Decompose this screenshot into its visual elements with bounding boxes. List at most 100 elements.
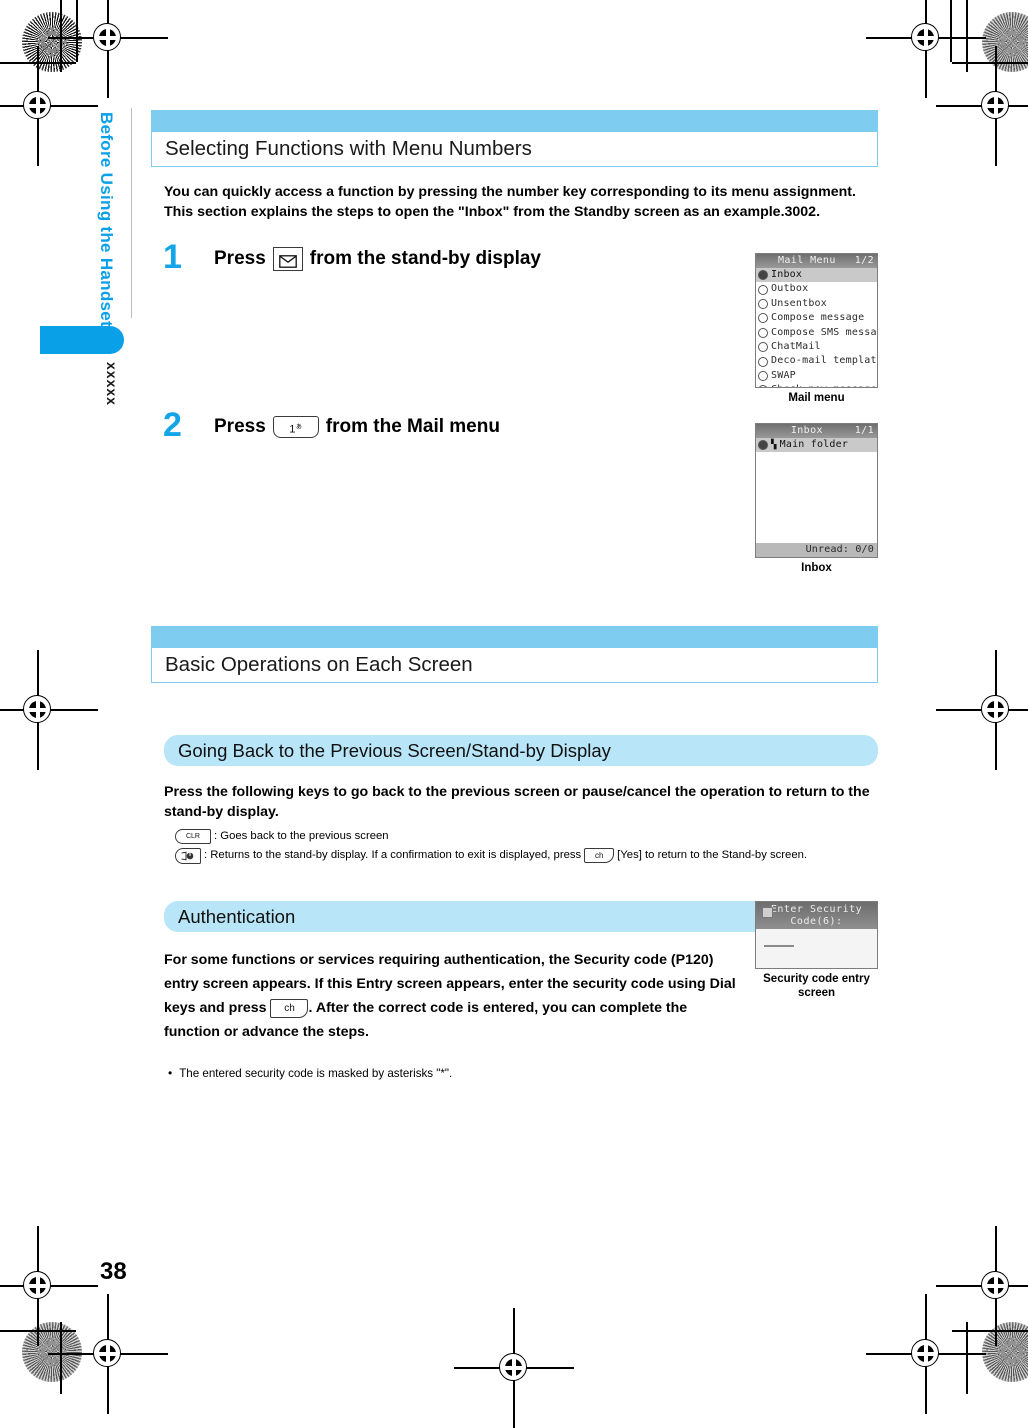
lock-icon [762,907,773,918]
note-power-text-a: : Returns to the stand-by display. If a … [204,849,582,861]
chapter-label: Before Using the Handset [97,112,116,328]
inbox-item-main-folder[interactable]: ▚ Main folder [756,438,877,453]
folder-icon: ▚ [771,440,777,450]
ch-key-icon-auth: ch [270,998,309,1018]
section-heading-basic-operations: Basic Operations on Each Screen [151,626,878,683]
mail-menu-item-label: Check new message [771,383,877,387]
step-2-number: 2 [163,406,182,444]
security-code-input-area[interactable] [756,929,877,968]
reg-cross-left-middle [0,650,98,770]
reg-cross-right-upper [936,46,1028,166]
mail-menu-item-unsentbox[interactable]: Unsentbox [756,297,877,311]
security-code-title-line1: Enter Security [770,904,863,915]
inbox-title-right: 1/1 [854,425,874,436]
step-1-number: 1 [163,238,182,276]
mail-menu-title-right: 1/2 [854,255,874,266]
digit-one-key-sup: ぁ [295,423,303,430]
clr-key-icon: CLR [175,829,211,844]
ch-key-icon-note: ch [584,848,615,863]
page-number: 38 [100,1258,127,1285]
reg-cross-right-middle [936,650,1028,770]
security-code-caption-line2: screen [797,987,836,999]
crop-rule-bl-v [60,1322,62,1394]
chapter-divider-rule [131,108,132,318]
mail-menu-item-inbox[interactable]: Inbox [756,268,877,283]
list-bullet-icon [758,327,768,338]
reg-cross-top-right [866,0,986,98]
screenshot-mail-menu: Mail Menu 1/2 Inbox Outbox Unsentbox Com… [755,253,878,405]
heading-box: Selecting Functions with Menu Numbers [151,132,878,167]
list-bullet-icon [758,298,768,309]
crop-rule-br-h [952,1330,1028,1332]
inbox-title-left: Inbox [790,425,823,436]
power-end-key-icon [175,847,201,864]
note-power-text-b: [Yes] to return to the Stand-by screen. [617,849,808,861]
reg-cross-right-lower [936,1226,1028,1346]
digit-one-key-icon: 1ぁ [272,416,319,438]
list-bullet-icon [758,313,768,324]
menu-numbers-intro: You can quickly access a function by pre… [164,184,856,220]
crop-rule-tl-v2 [76,0,78,62]
authentication-bullet: • The entered security code is masked by… [168,1066,878,1080]
mail-menu-frame: Mail Menu 1/2 Inbox Outbox Unsentbox Com… [755,253,878,388]
inbox-frame: Inbox 1/1 ▚ Main folder Unread: 0/0 [755,423,878,558]
mail-menu-item-swap[interactable]: SWAP [756,369,877,383]
mail-menu-item-chatmail[interactable]: ChatMail [756,340,877,354]
security-code-frame: Enter Security Code(6): [755,901,878,969]
note-clr-key: CLR : Goes back to the previous screen [175,828,878,845]
crop-rule-tr-h [952,62,1028,64]
screenshot-inbox: Inbox 1/1 ▚ Main folder Unread: 0/0 Inbo… [755,423,878,575]
going-back-intro: Press the following keys to go back to t… [164,784,870,820]
list-bullet-icon [758,342,768,353]
note-clr-text: : Goes back to the previous screen [214,830,389,842]
subsection-heading-going-back-text: Going Back to the Previous Screen/Stand-… [178,739,611,761]
mail-menu-item-deco-mail-template[interactable]: Deco-mail template [756,354,877,368]
heading-text: Selecting Functions with Menu Numbers [165,137,532,160]
inbox-item-label: Main folder [779,439,849,450]
section-heading-menu-numbers: Selecting Functions with Menu Numbers [151,110,878,167]
mail-menu-item-label: Outbox [771,283,809,295]
list-bullet-icon [758,370,768,381]
reg-cross-left-lower [0,1226,98,1346]
reg-cross-bottom-left [48,1294,168,1414]
mail-menu-caption: Mail menu [788,392,845,404]
step-2-text-before: Press [214,416,266,437]
mail-menu-item-label: SWAP [771,369,796,381]
ch-key-label-note: ch [594,851,604,860]
heading-band-2 [151,626,878,648]
authentication-paragraph: For some functions or services requiring… [164,948,744,1044]
authentication-bullet-text: The entered security code is masked by a… [179,1067,453,1080]
mail-menu-item-outbox[interactable]: Outbox [756,282,877,296]
inbox-titlebar: Inbox 1/1 [756,424,877,438]
security-code-title-line2: Code(6): [790,916,843,927]
step-2-text-after: from the Mail menu [325,416,500,437]
subsection-heading-going-back: Going Back to the Previous Screen/Stand-… [164,735,878,766]
mail-menu-item-compose-message[interactable]: Compose message [756,311,877,325]
ch-key-label-auth: ch [284,1002,295,1014]
security-code-titlebar: Enter Security Code(6): [756,902,877,929]
mail-menu-item-check-new-message[interactable]: Check new message [756,383,877,387]
list-bullet-icon [758,440,768,451]
step-1-text-before: Press [214,248,266,269]
heading-band [151,110,878,132]
heading-box-2: Basic Operations on Each Screen [151,648,878,683]
note-power-key: : Returns to the stand-by display. If a … [175,847,878,864]
mail-key-icon [272,247,303,271]
list-bullet-icon [758,356,768,367]
inbox-footer: Unread: 0/0 [756,543,877,557]
reg-cross-top-left [48,0,168,98]
reg-cross-left-upper [0,46,98,166]
security-code-caption: Security code entry screen [755,972,878,1000]
mail-menu-item-label: Inbox [771,269,803,280]
bullet-dot-icon: • [168,1066,173,1080]
clr-key-label: CLR [185,833,200,840]
mail-menu-item-label: Compose SMS message [771,326,878,338]
mail-menu-item-compose-sms[interactable]: Compose SMS message [756,326,877,340]
mail-menu-titlebar: Mail Menu 1/2 [756,254,877,268]
mail-menu-item-label: Deco-mail template [771,355,878,367]
inbox-empty-area [756,452,877,543]
security-code-caption-line1: Security code entry [763,973,870,985]
list-bullet-icon [758,284,768,295]
reg-cross-bottom-right [866,1294,986,1414]
reg-cross-bottom-center [454,1308,574,1428]
